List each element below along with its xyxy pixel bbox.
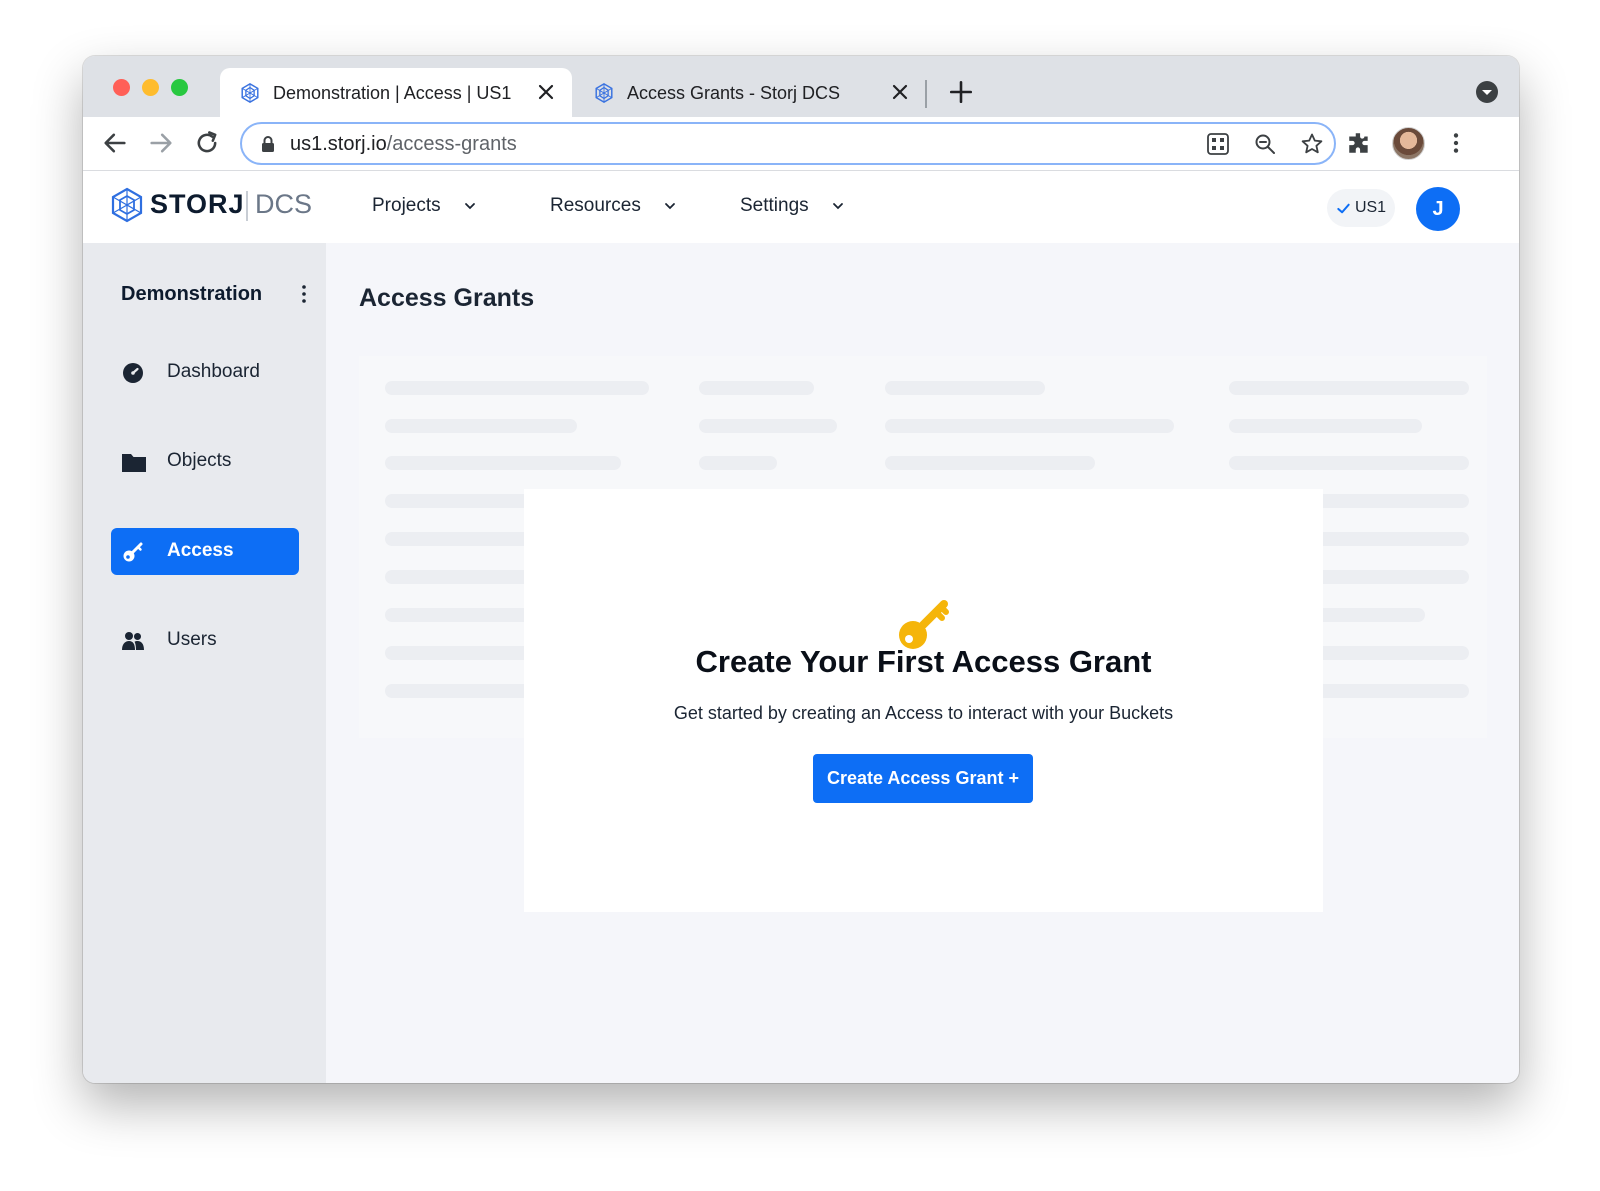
- url-path: /access-grants: [386, 133, 517, 155]
- nav-settings[interactable]: Settings: [740, 195, 845, 217]
- empty-state-subtitle: Get started by creating an Access to int…: [673, 703, 1174, 723]
- skeleton-bar: [699, 419, 837, 433]
- chevron-down-icon: [832, 203, 843, 210]
- sidebar-item-dashboard[interactable]: Dashboard: [111, 349, 299, 396]
- sidebar: Demonstration Dashboard Objects Access U…: [83, 243, 326, 1083]
- skeleton-bar: [885, 456, 1095, 470]
- storj-favicon-icon: [595, 82, 613, 104]
- chevron-down-icon: [664, 203, 675, 210]
- tab-title: Access Grants - Storj DCS: [627, 83, 841, 103]
- skeleton-bar: [385, 456, 621, 470]
- url-host: us1.storj.io: [290, 133, 387, 155]
- region-label: US1: [1354, 199, 1387, 216]
- skeleton-bar: [885, 381, 1045, 395]
- project-menu-icon[interactable]: [299, 283, 309, 305]
- sidebar-item-label: Access: [167, 540, 234, 561]
- skeleton-bar: [699, 381, 814, 395]
- nav-projects[interactable]: Projects: [372, 195, 477, 217]
- sidebar-item-label: Dashboard: [167, 361, 260, 382]
- nav-projects-label: Projects: [372, 195, 441, 216]
- app-header: STORJ DCS Projects Resources Settings US…: [83, 171, 1519, 243]
- nav-resources-label: Resources: [550, 195, 641, 216]
- empty-state-card: Create Your First Access Grant Get start…: [524, 489, 1323, 912]
- storj-favicon-icon: [241, 82, 259, 104]
- logo-text[interactable]: STORJ: [150, 189, 245, 220]
- close-window-button[interactable]: [113, 79, 130, 96]
- dashboard-icon: [123, 363, 143, 383]
- storj-logo-icon[interactable]: [109, 187, 145, 223]
- profile-avatar[interactable]: [1392, 127, 1425, 160]
- lock-icon[interactable]: [260, 135, 276, 153]
- page-title: Access Grants: [359, 284, 535, 312]
- user-avatar[interactable]: J: [1416, 187, 1460, 231]
- chevron-down-icon: [464, 203, 475, 210]
- skeleton-bar: [1229, 419, 1422, 433]
- project-name[interactable]: Demonstration: [121, 283, 262, 306]
- tab-title: Demonstration | Access | US1: [273, 83, 512, 103]
- star-icon[interactable]: [1300, 132, 1324, 156]
- close-tab-icon[interactable]: [534, 80, 558, 104]
- logo-divider: [246, 191, 248, 221]
- maximize-window-button[interactable]: [171, 79, 188, 96]
- tab-demonstration-access[interactable]: Demonstration | Access | US1: [220, 68, 572, 117]
- check-icon: [1337, 203, 1350, 213]
- skeleton-bar: [1229, 456, 1469, 470]
- skeleton-bar: [885, 419, 1174, 433]
- key-icon: [123, 542, 143, 562]
- minimize-window-button[interactable]: [142, 79, 159, 96]
- nav-resources[interactable]: Resources: [550, 195, 677, 217]
- users-icon: [122, 632, 144, 650]
- skeleton-bar: [699, 456, 777, 470]
- skeleton-bar: [1229, 381, 1469, 395]
- tab-separator: [925, 80, 927, 108]
- url-text: us1.storj.io/access-grants: [290, 133, 517, 156]
- folder-icon: [122, 454, 146, 472]
- tab-strip: Demonstration | Access | US1 Access Gran…: [83, 56, 1519, 117]
- reload-icon[interactable]: [193, 129, 221, 157]
- empty-state-title: Create Your First Access Grant: [695, 644, 1152, 679]
- skeleton-bar: [385, 419, 577, 433]
- close-tab-icon[interactable]: [888, 80, 912, 104]
- sidebar-item-label: Objects: [167, 450, 232, 471]
- zoom-icon[interactable]: [1253, 132, 1277, 156]
- chrome-menu-icon[interactable]: [1443, 130, 1469, 156]
- create-access-grant-button[interactable]: Create Access Grant +: [813, 754, 1033, 803]
- new-tab-icon[interactable]: [948, 79, 974, 105]
- logo-subtext[interactable]: DCS: [255, 189, 312, 220]
- nav-settings-label: Settings: [740, 195, 809, 216]
- back-icon[interactable]: [101, 129, 129, 157]
- tab-access-grants-storj[interactable]: Access Grants - Storj DCS: [574, 68, 926, 117]
- sidebar-item-objects[interactable]: Objects: [111, 438, 299, 485]
- sidebar-item-label: Users: [167, 629, 217, 650]
- skeleton-bar: [385, 381, 649, 395]
- region-selector[interactable]: US1: [1327, 189, 1395, 227]
- browser-window: Demonstration | Access | US1 Access Gran…: [83, 56, 1519, 1083]
- tab-search-icon[interactable]: [1476, 81, 1498, 103]
- forward-icon[interactable]: [147, 129, 175, 157]
- browser-toolbar: us1.storj.io/access-grants: [83, 117, 1519, 171]
- extensions-icon[interactable]: [1346, 130, 1372, 156]
- sidebar-item-users[interactable]: Users: [111, 617, 299, 664]
- address-bar[interactable]: us1.storj.io/access-grants: [240, 122, 1336, 165]
- qr-code-icon[interactable]: [1206, 132, 1230, 156]
- sidebar-item-access[interactable]: Access: [111, 528, 299, 575]
